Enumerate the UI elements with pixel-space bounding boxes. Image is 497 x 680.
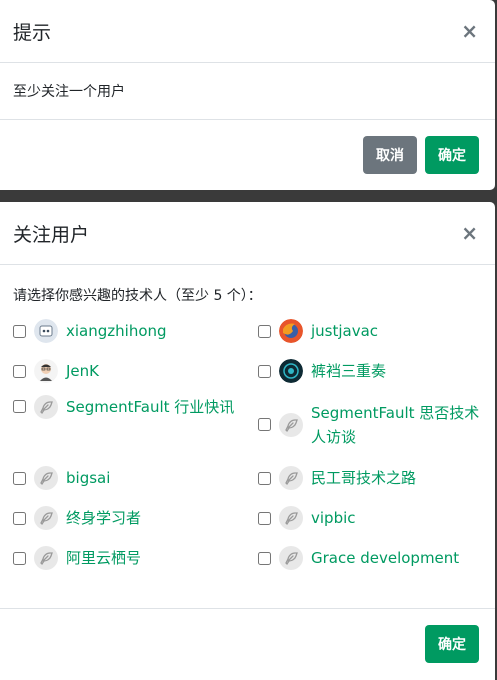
- user-option[interactable]: 民工哥技术之路: [258, 458, 488, 498]
- user-checkbox[interactable]: [13, 324, 26, 338]
- follow-prompt: 请选择你感兴趣的技术人（至少 5 个）：: [13, 288, 262, 304]
- cancel-button[interactable]: 取消: [363, 136, 417, 174]
- person-avatar-icon: [34, 359, 58, 383]
- user-name-link[interactable]: justjavac: [311, 319, 378, 343]
- follow-title: 关注用户: [13, 223, 90, 246]
- user-option[interactable]: JenK: [13, 351, 258, 391]
- user-name-link[interactable]: SegmentFault 思否技术人访谈: [311, 401, 488, 449]
- user-checkbox[interactable]: [258, 418, 271, 431]
- alert-header: 提示 ×: [0, 0, 495, 63]
- alert-close-button[interactable]: ×: [461, 19, 482, 43]
- user-name-link[interactable]: bigsai: [66, 466, 110, 490]
- user-grid: xiangzhihong justjavac JenK 裤裆三重奏 SegmentFau…: [13, 311, 482, 578]
- user-checkbox[interactable]: [13, 551, 26, 565]
- user-option[interactable]: bigsai: [13, 458, 258, 498]
- user-checkbox[interactable]: [13, 471, 26, 485]
- user-option[interactable]: xiangzhihong: [13, 311, 258, 351]
- default-avatar-icon: [34, 466, 58, 490]
- alert-message: 至少关注一个用户: [13, 84, 125, 100]
- robot-avatar-icon: [34, 319, 58, 343]
- follow-header: 关注用户 ×: [0, 202, 495, 265]
- user-name-link[interactable]: 裤裆三重奏: [311, 359, 386, 383]
- user-checkbox[interactable]: [13, 364, 26, 378]
- follow-body: 请选择你感兴趣的技术人（至少 5 个）： xiangzhihong justjav…: [0, 265, 495, 609]
- follow-confirm-button[interactable]: 确定: [425, 625, 479, 663]
- user-checkbox[interactable]: [258, 471, 271, 485]
- firefox-avatar-icon: [279, 319, 303, 343]
- alert-footer: 取消 确定: [0, 120, 495, 190]
- default-avatar-icon: [279, 506, 303, 530]
- user-checkbox[interactable]: [258, 364, 271, 378]
- user-name-link[interactable]: JenK: [66, 359, 99, 383]
- follow-close-button[interactable]: ×: [461, 221, 482, 245]
- user-checkbox[interactable]: [13, 511, 26, 525]
- user-option[interactable]: 裤裆三重奏: [258, 351, 488, 391]
- user-option[interactable]: 终身学习者: [13, 498, 258, 538]
- user-checkbox[interactable]: [258, 511, 271, 525]
- user-name-link[interactable]: vipbic: [311, 506, 356, 530]
- user-option[interactable]: 阿里云栖号: [13, 538, 258, 578]
- user-checkbox[interactable]: [258, 551, 271, 565]
- user-name-link[interactable]: SegmentFault 行业快讯: [66, 395, 234, 419]
- default-avatar-icon: [34, 506, 58, 530]
- dark-avatar-icon: [279, 359, 303, 383]
- default-avatar-icon: [279, 412, 303, 437]
- user-option[interactable]: SegmentFault 行业快讯: [13, 391, 258, 458]
- default-avatar-icon: [279, 546, 303, 570]
- user-option[interactable]: Grace development: [258, 538, 488, 578]
- follow-users-dialog: 关注用户 × 请选择你感兴趣的技术人（至少 5 个）： xiangzhihong…: [0, 202, 495, 680]
- user-checkbox[interactable]: [13, 400, 26, 413]
- user-option[interactable]: SegmentFault 思否技术人访谈: [258, 391, 488, 458]
- default-avatar-icon: [279, 466, 303, 490]
- user-name-link[interactable]: Grace development: [311, 546, 459, 570]
- user-checkbox[interactable]: [258, 324, 271, 338]
- alert-confirm-button[interactable]: 确定: [425, 136, 479, 174]
- user-option[interactable]: justjavac: [258, 311, 488, 351]
- user-name-link[interactable]: 阿里云栖号: [66, 546, 141, 570]
- user-name-link[interactable]: 终身学习者: [66, 506, 141, 530]
- user-name-link[interactable]: 民工哥技术之路: [311, 466, 416, 490]
- user-name-link[interactable]: xiangzhihong: [66, 319, 167, 343]
- follow-footer: 确定: [0, 609, 495, 679]
- alert-dialog: 提示 × 至少关注一个用户 取消 确定: [0, 0, 495, 190]
- alert-body: 至少关注一个用户: [0, 63, 495, 120]
- user-option[interactable]: vipbic: [258, 498, 488, 538]
- default-avatar-icon: [34, 546, 58, 570]
- alert-title: 提示: [13, 21, 52, 44]
- default-avatar-icon: [34, 395, 58, 419]
